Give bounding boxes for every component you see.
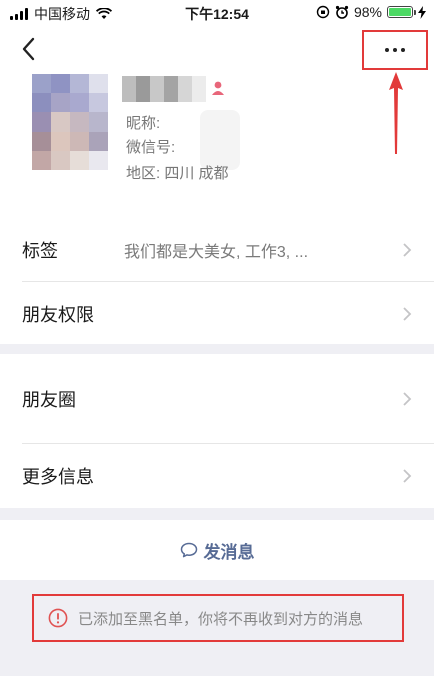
friend-permissions-label: 朋友权限 [22,305,94,325]
chat-bubble-icon [180,542,197,558]
orientation-lock-icon [316,5,330,19]
more-dots-icon [385,48,405,52]
blacklist-notice: 已添加至黑名单，你将不再收到对方的消息 [32,594,404,642]
avatar[interactable] [32,74,108,170]
tags-row[interactable]: 标签 我们都是大美女, 工作3, ... [0,218,434,282]
chevron-right-icon [403,307,412,321]
region-text: 地区: 四川 成都 [126,165,229,182]
moments-label: 朋友圈 [22,390,76,410]
settings-group-1: 标签 我们都是大美女, 工作3, ... 朋友权限 [0,216,434,344]
annotation-arrow-icon [389,72,403,154]
send-message-button[interactable]: 发消息 [0,520,434,580]
battery-percent: 98% [353,4,382,20]
wechat-id-label: 微信号: [126,139,176,156]
chevron-right-icon [403,243,412,257]
tags-label: 标签 [22,241,58,261]
settings-group-2: 朋友圈 更多信息 [0,354,434,508]
chevron-right-icon [403,469,412,483]
more-info-label: 更多信息 [22,467,94,487]
battery-icon [387,6,416,18]
moments-row[interactable]: 朋友圈 [0,362,434,436]
chevron-right-icon [403,392,412,406]
warning-circle-icon [48,608,68,628]
nickname-label: 昵称: [126,115,161,132]
female-icon [212,81,224,95]
friend-permissions-row[interactable]: 朋友权限 [0,282,434,346]
status-bar: 中国移动 下午12:54 98% [0,0,434,26]
more-info-row[interactable]: 更多信息 [0,444,434,508]
alarm-icon [335,5,349,19]
more-button[interactable] [362,30,428,70]
blacklist-notice-text: 已添加至黑名单，你将不再收到对方的消息 [78,610,364,628]
profile-card: 昵称: 微信号: 地区: 四川 成都 [0,26,434,216]
redacted-area [200,110,240,170]
tags-value: 我们都是大美女, 工作3, ... [124,244,309,261]
charging-bolt-icon [418,5,426,19]
battery-fill [389,8,411,16]
send-message-label: 发消息 [203,542,255,562]
back-icon[interactable] [18,36,42,62]
name-blurred [122,76,206,102]
status-right: 98% [316,4,426,20]
